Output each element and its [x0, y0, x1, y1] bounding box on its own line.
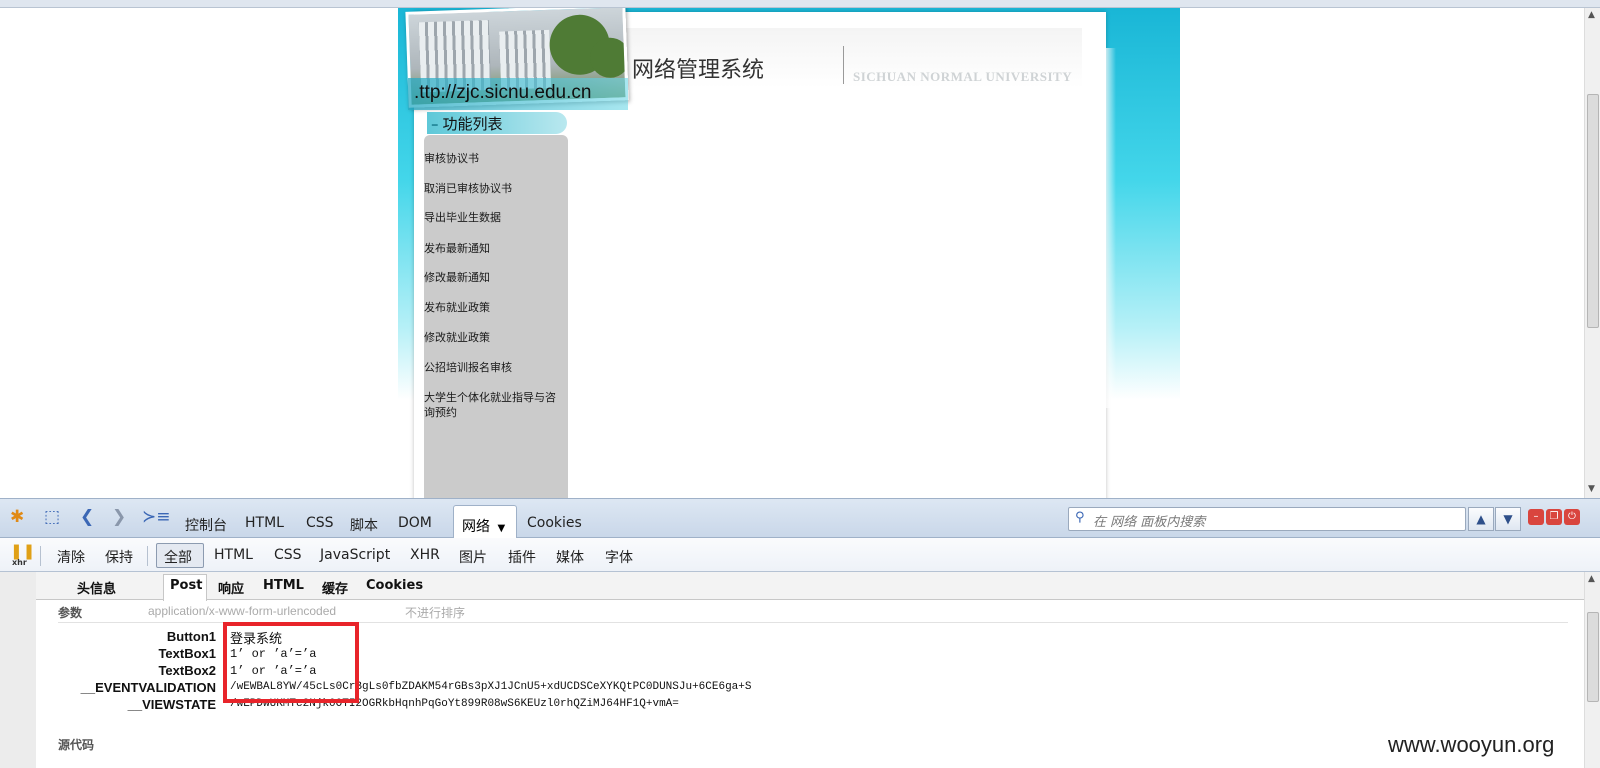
- sidebar-item-publish-notice[interactable]: 发布最新通知: [424, 241, 568, 256]
- tab-headers[interactable]: 头信息: [77, 578, 116, 597]
- tab-network-label: 网络: [462, 519, 490, 535]
- tab-cookies[interactable]: Cookies: [527, 515, 582, 531]
- close-icon[interactable]: ⏻: [1564, 509, 1580, 525]
- sidebar-item-export-graduates[interactable]: 导出毕业生数据: [424, 210, 568, 225]
- back-arrow-icon[interactable]: ❮: [80, 507, 94, 527]
- filter-plugins-button[interactable]: 插件: [508, 547, 536, 567]
- sidebar-item-cancel-reviewed[interactable]: 取消已审核协议书: [424, 181, 568, 196]
- param-name: Button1: [166, 629, 216, 644]
- browser-bookmarks-strip: [0, 0, 1600, 8]
- filter-all-button[interactable]: 全部: [164, 547, 192, 567]
- param-name: TextBox1: [158, 646, 216, 661]
- page-edge-shadow: [1104, 48, 1116, 408]
- command-line-icon[interactable]: ≻≡: [142, 507, 171, 527]
- university-name: SICHUAN NORMAL UNIVERSITY: [853, 69, 1073, 84]
- sidebar-item-training-review[interactable]: 公招培训报名审核: [424, 360, 568, 375]
- photo-url-text: .ttp://zjc.sicnu.edu.cn: [408, 78, 628, 110]
- filter-images-button[interactable]: 图片: [459, 547, 487, 567]
- tab-dom[interactable]: DOM: [398, 515, 432, 531]
- sidebar-item-edit-notice[interactable]: 修改最新通知: [424, 270, 568, 285]
- tab-post[interactable]: Post: [170, 578, 202, 593]
- request-list-gutter: [0, 572, 36, 768]
- firebug-search-input[interactable]: ⚲ 在 网络 面板内搜索: [1068, 507, 1466, 531]
- param-name: TextBox2: [158, 663, 216, 678]
- persist-button[interactable]: 保持: [105, 547, 133, 567]
- sidebar-item-career-guidance[interactable]: 大学生个体化就业指导与咨询预约: [424, 390, 564, 420]
- tab-css[interactable]: CSS: [306, 515, 334, 531]
- function-list-header: – 功能列表: [427, 112, 567, 134]
- params-header: 参数: [58, 606, 83, 620]
- filter-javascript-button[interactable]: JavaScript: [320, 547, 390, 563]
- sidebar-item-review-agreement[interactable]: 审核协议书: [424, 151, 568, 166]
- params-sort-toggle[interactable]: 不进行排序: [405, 604, 465, 621]
- params-content-type: application/x-www-form-urlencoded: [148, 604, 337, 618]
- site-title: 网络管理系统: [632, 58, 765, 83]
- function-list-title: 功能列表: [442, 115, 503, 133]
- firebug-scrollbar-thumb[interactable]: [1587, 612, 1599, 702]
- param-name: __EVENTVALIDATION: [80, 680, 216, 695]
- search-placeholder: 在 网络 面板内搜索: [1093, 515, 1206, 530]
- param-name: __VIEWSTATE: [127, 697, 216, 712]
- page-scrollbar-thumb[interactable]: [1587, 94, 1599, 328]
- sidebar-item-edit-policy[interactable]: 修改就业政策: [424, 330, 568, 345]
- filter-html-button[interactable]: HTML: [214, 547, 253, 563]
- search-icon: ⚲: [1075, 510, 1085, 525]
- tab-cookies-detail[interactable]: Cookies: [366, 578, 423, 593]
- tab-response[interactable]: 响应: [218, 578, 244, 597]
- source-code-label[interactable]: 源代码: [58, 736, 94, 753]
- network-filter-toolbar: ❚❚ xhr 清除 保持 全部 HTML CSS JavaScript XHR …: [0, 538, 1600, 572]
- firebug-bug-icon[interactable]: ✱: [10, 507, 24, 527]
- request-detail-tabs: 头信息 Post 响应 HTML 缓存 Cookies: [36, 572, 1584, 601]
- filter-media-button[interactable]: 媒体: [556, 547, 584, 567]
- web-page-viewport: .ttp://zjc.sicnu.edu.cn 网络管理系统 SICHUAN N…: [0, 8, 1584, 498]
- tab-cache[interactable]: 缓存: [322, 578, 348, 597]
- tab-network[interactable]: 网络 ▼: [453, 505, 517, 539]
- toolbar-separator: [40, 546, 41, 566]
- dash-icon: –: [431, 115, 439, 133]
- search-next-button[interactable]: ▼: [1495, 507, 1521, 531]
- firebug-scrollbar[interactable]: ▲: [1584, 572, 1600, 768]
- tab-html[interactable]: HTML: [245, 515, 284, 531]
- toolbar-separator: [147, 546, 148, 566]
- minimize-icon[interactable]: –: [1528, 509, 1544, 525]
- tree-shape: [589, 37, 629, 79]
- scroll-up-icon[interactable]: ▲: [1588, 10, 1595, 20]
- chevron-down-icon[interactable]: ▼: [497, 523, 505, 534]
- filter-fonts-button[interactable]: 字体: [605, 547, 633, 567]
- firebug-main-toolbar: ✱ ⬚ ❮ ❯ ≻≡ 控制台 HTML CSS 脚本 DOM 网络 ▼ Cook…: [0, 498, 1600, 539]
- page-scrollbar[interactable]: ▲ ▼: [1584, 8, 1600, 498]
- filter-xhr-button[interactable]: XHR: [410, 547, 440, 563]
- inspect-element-icon[interactable]: ⬚: [44, 507, 60, 527]
- sidebar-item-publish-policy[interactable]: 发布就业政策: [424, 300, 568, 315]
- filter-css-button[interactable]: CSS: [274, 547, 302, 563]
- tab-console[interactable]: 控制台: [185, 515, 227, 535]
- tab-html-detail[interactable]: HTML: [263, 578, 304, 593]
- title-divider: [843, 46, 844, 84]
- chevron-up-icon: ▲: [1476, 512, 1486, 526]
- chevron-down-icon: ▼: [1503, 512, 1513, 526]
- detach-window-icon[interactable]: ❐: [1546, 509, 1562, 525]
- search-prev-button[interactable]: ▲: [1468, 507, 1494, 531]
- forward-arrow-icon[interactable]: ❯: [112, 507, 126, 527]
- clear-button[interactable]: 清除: [57, 547, 85, 567]
- watermark: www.wooyun.org: [1388, 732, 1555, 757]
- xhr-icon-label: xhr: [12, 558, 27, 567]
- scroll-down-icon[interactable]: ▼: [1588, 484, 1595, 494]
- highlight-annotation-box: [223, 622, 359, 703]
- tab-script[interactable]: 脚本: [350, 515, 378, 535]
- scroll-up-icon[interactable]: ▲: [1588, 574, 1595, 584]
